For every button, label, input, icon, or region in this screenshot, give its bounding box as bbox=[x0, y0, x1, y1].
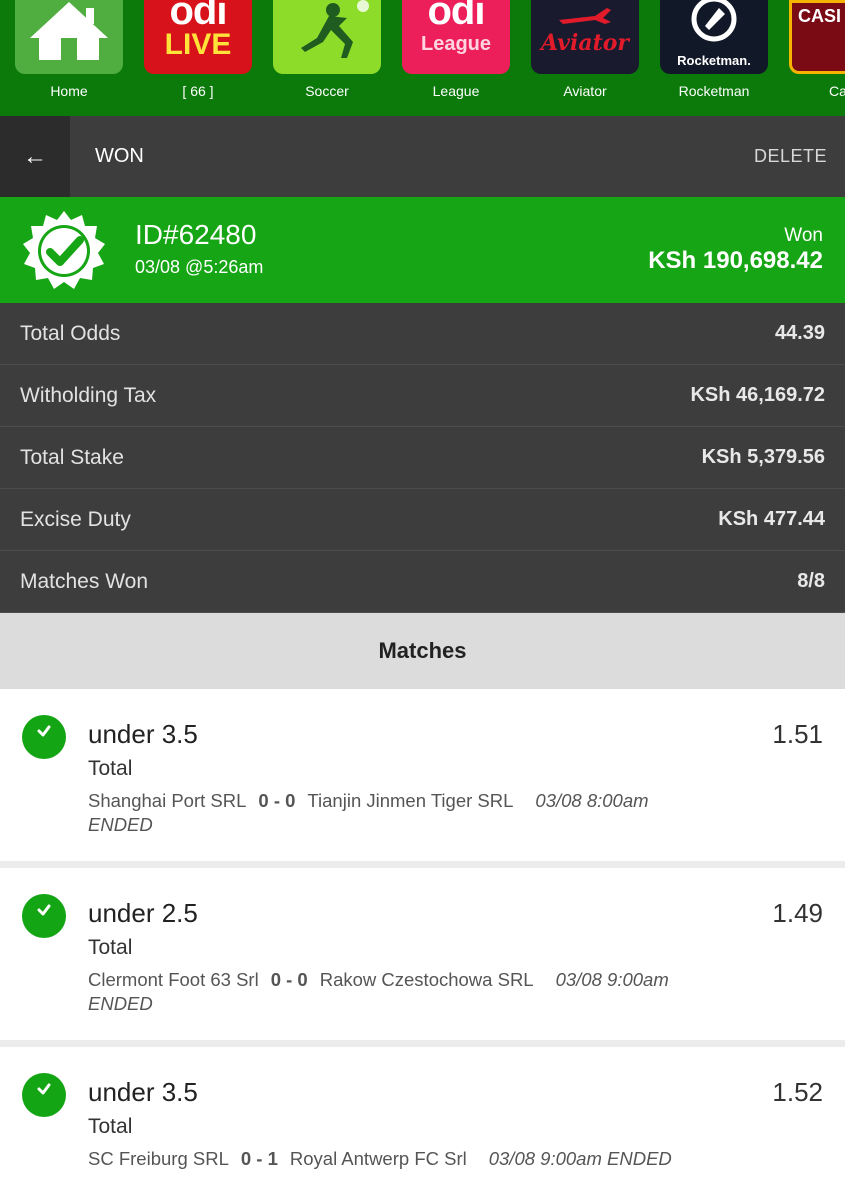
category-casino[interactable]: CASI DIRE Casi bbox=[789, 0, 845, 99]
match-state: ENDED bbox=[88, 993, 153, 1014]
stat-label: Excise Duty bbox=[20, 507, 131, 531]
payout-amount: KSh 190,698.42 bbox=[648, 247, 823, 274]
bet-status: Won bbox=[784, 225, 823, 246]
category-aviator[interactable]: Aviator Aviator bbox=[531, 0, 639, 99]
category-label: League bbox=[432, 83, 480, 99]
home-icon bbox=[30, 2, 108, 60]
home-tile bbox=[15, 0, 123, 74]
match-state: ENDED bbox=[607, 1148, 672, 1169]
stat-label: Matches Won bbox=[20, 569, 148, 593]
stat-value: 44.39 bbox=[774, 322, 825, 344]
category-label: [ 66 ] bbox=[182, 83, 214, 99]
aviator-tile: Aviator bbox=[531, 0, 639, 74]
selection-pick: under 2.5 bbox=[88, 898, 198, 928]
back-button[interactable]: ← bbox=[0, 116, 70, 197]
category-live[interactable]: odi LIVE [ 66 ] bbox=[144, 0, 252, 99]
stat-label: Total Odds bbox=[20, 321, 121, 345]
market-name: Total bbox=[88, 757, 133, 780]
match-item[interactable]: under 3.5 Total 1.51 Shanghai Port SRL 0 … bbox=[0, 689, 845, 861]
rocket-icon bbox=[691, 0, 737, 42]
match-meta: SC Freiburg SRL 0 - 1 Royal Antwerp FC Srl… bbox=[88, 1147, 788, 1171]
selection-pick: under 3.5 bbox=[88, 719, 198, 749]
away-team: Rakow Czestochowa SRL bbox=[319, 969, 534, 990]
category-league[interactable]: odi League League bbox=[402, 0, 510, 99]
stat-value: KSh 46,169.72 bbox=[690, 384, 825, 406]
check-icon bbox=[22, 1073, 66, 1117]
category-label: Casi bbox=[828, 83, 845, 99]
league-logo-text: League bbox=[420, 33, 492, 55]
page-title: WON bbox=[95, 145, 144, 167]
home-team: Clermont Foot 63 Srl bbox=[88, 969, 259, 990]
verified-check-badge-icon bbox=[23, 211, 105, 289]
rocketman-tile: Rocketman. bbox=[660, 0, 768, 74]
check-icon bbox=[22, 715, 66, 759]
selection-odds: 1.49 bbox=[772, 898, 823, 928]
casino-logo-text: CASI DIRE bbox=[798, 6, 845, 26]
match-score: 0 - 0 bbox=[258, 790, 296, 811]
match-meta: Shanghai Port SRL 0 - 0 Tianjin Jinmen Tig… bbox=[88, 789, 788, 837]
category-label: Soccer bbox=[305, 83, 349, 99]
match-item[interactable]: under 3.5 Total 1.52 SC Freiburg SRL 0 - … bbox=[0, 1047, 845, 1200]
casino-tile: CASI DIRE bbox=[789, 0, 845, 74]
market-name: Total bbox=[88, 936, 133, 959]
stat-label: Witholding Tax bbox=[20, 383, 157, 407]
rocketman-logo-text: Rocketman. bbox=[677, 53, 751, 68]
match-item[interactable]: under 2.5 Total 1.49 Clermont Foot 63 Sr… bbox=[0, 868, 845, 1040]
category-label: Rocketman bbox=[678, 83, 750, 99]
match-score: 0 - 0 bbox=[270, 969, 308, 990]
matches-heading: Matches bbox=[0, 613, 845, 689]
stat-row-withholding-tax: Witholding Tax KSh 46,169.72 bbox=[0, 365, 845, 427]
soccer-player-icon bbox=[301, 0, 369, 58]
stat-row-total-odds: Total Odds 44.39 bbox=[0, 303, 845, 365]
match-meta: Clermont Foot 63 Srl 0 - 0 Rakow Czestocho… bbox=[88, 968, 788, 1016]
stat-row-excise-duty: Excise Duty KSh 477.44 bbox=[0, 489, 845, 551]
category-home[interactable]: Home bbox=[15, 0, 123, 99]
selection-pick: under 3.5 bbox=[88, 1077, 198, 1107]
live-logo-text: LIVE bbox=[164, 28, 232, 61]
category-bar: Home odi LIVE [ 66 ] Soccer odi League L… bbox=[0, 0, 845, 116]
away-team: Tianjin Jinmen Tiger SRL bbox=[307, 790, 514, 811]
category-soccer[interactable]: Soccer bbox=[273, 0, 381, 99]
away-team: Royal Antwerp FC Srl bbox=[289, 1148, 467, 1169]
delete-button[interactable]: DELETE bbox=[754, 146, 827, 167]
soccer-tile bbox=[273, 0, 381, 74]
bet-detail-header: ← WON DELETE bbox=[0, 116, 845, 197]
stat-value: 8/8 bbox=[797, 570, 825, 592]
match-time: 03/08 9:00am bbox=[488, 1148, 602, 1169]
check-icon bbox=[22, 894, 66, 938]
match-state: ENDED bbox=[88, 814, 153, 835]
bet-date: 03/08 @5:26am bbox=[135, 257, 264, 277]
stat-value: KSh 477.44 bbox=[718, 508, 825, 530]
league-tile: odi League bbox=[402, 0, 510, 74]
odi-logo-text: odi bbox=[427, 0, 486, 33]
bet-summary-banner: ID#62480 03/08 @5:26am Won KSh 190,698.4… bbox=[0, 197, 845, 303]
selection-odds: 1.51 bbox=[772, 719, 823, 749]
match-time: 03/08 9:00am bbox=[555, 969, 669, 990]
plane-icon bbox=[559, 8, 611, 24]
stat-row-total-stake: Total Stake KSh 5,379.56 bbox=[0, 427, 845, 489]
selection-odds: 1.52 bbox=[772, 1077, 823, 1107]
market-name: Total bbox=[88, 1115, 133, 1138]
stat-row-matches-won: Matches Won 8/8 bbox=[0, 551, 845, 613]
match-score: 0 - 1 bbox=[240, 1148, 278, 1169]
category-label: Aviator bbox=[563, 83, 607, 99]
stat-label: Total Stake bbox=[20, 445, 124, 469]
aviator-logo-text: Aviator bbox=[541, 30, 629, 56]
arrow-left-icon: ← bbox=[23, 142, 47, 170]
stat-value: KSh 5,379.56 bbox=[701, 446, 825, 468]
bet-stats: Total Odds 44.39 Witholding Tax KSh 46,1… bbox=[0, 303, 845, 613]
home-team: SC Freiburg SRL bbox=[88, 1148, 229, 1169]
home-team: Shanghai Port SRL bbox=[88, 790, 247, 811]
category-rocketman[interactable]: Rocketman. Rocketman bbox=[660, 0, 768, 99]
live-tile: odi LIVE bbox=[144, 0, 252, 74]
bet-id: ID#62480 bbox=[135, 219, 257, 250]
match-time: 03/08 8:00am bbox=[535, 790, 649, 811]
category-label: Home bbox=[50, 83, 88, 99]
odi-logo-text: odi bbox=[169, 0, 228, 33]
